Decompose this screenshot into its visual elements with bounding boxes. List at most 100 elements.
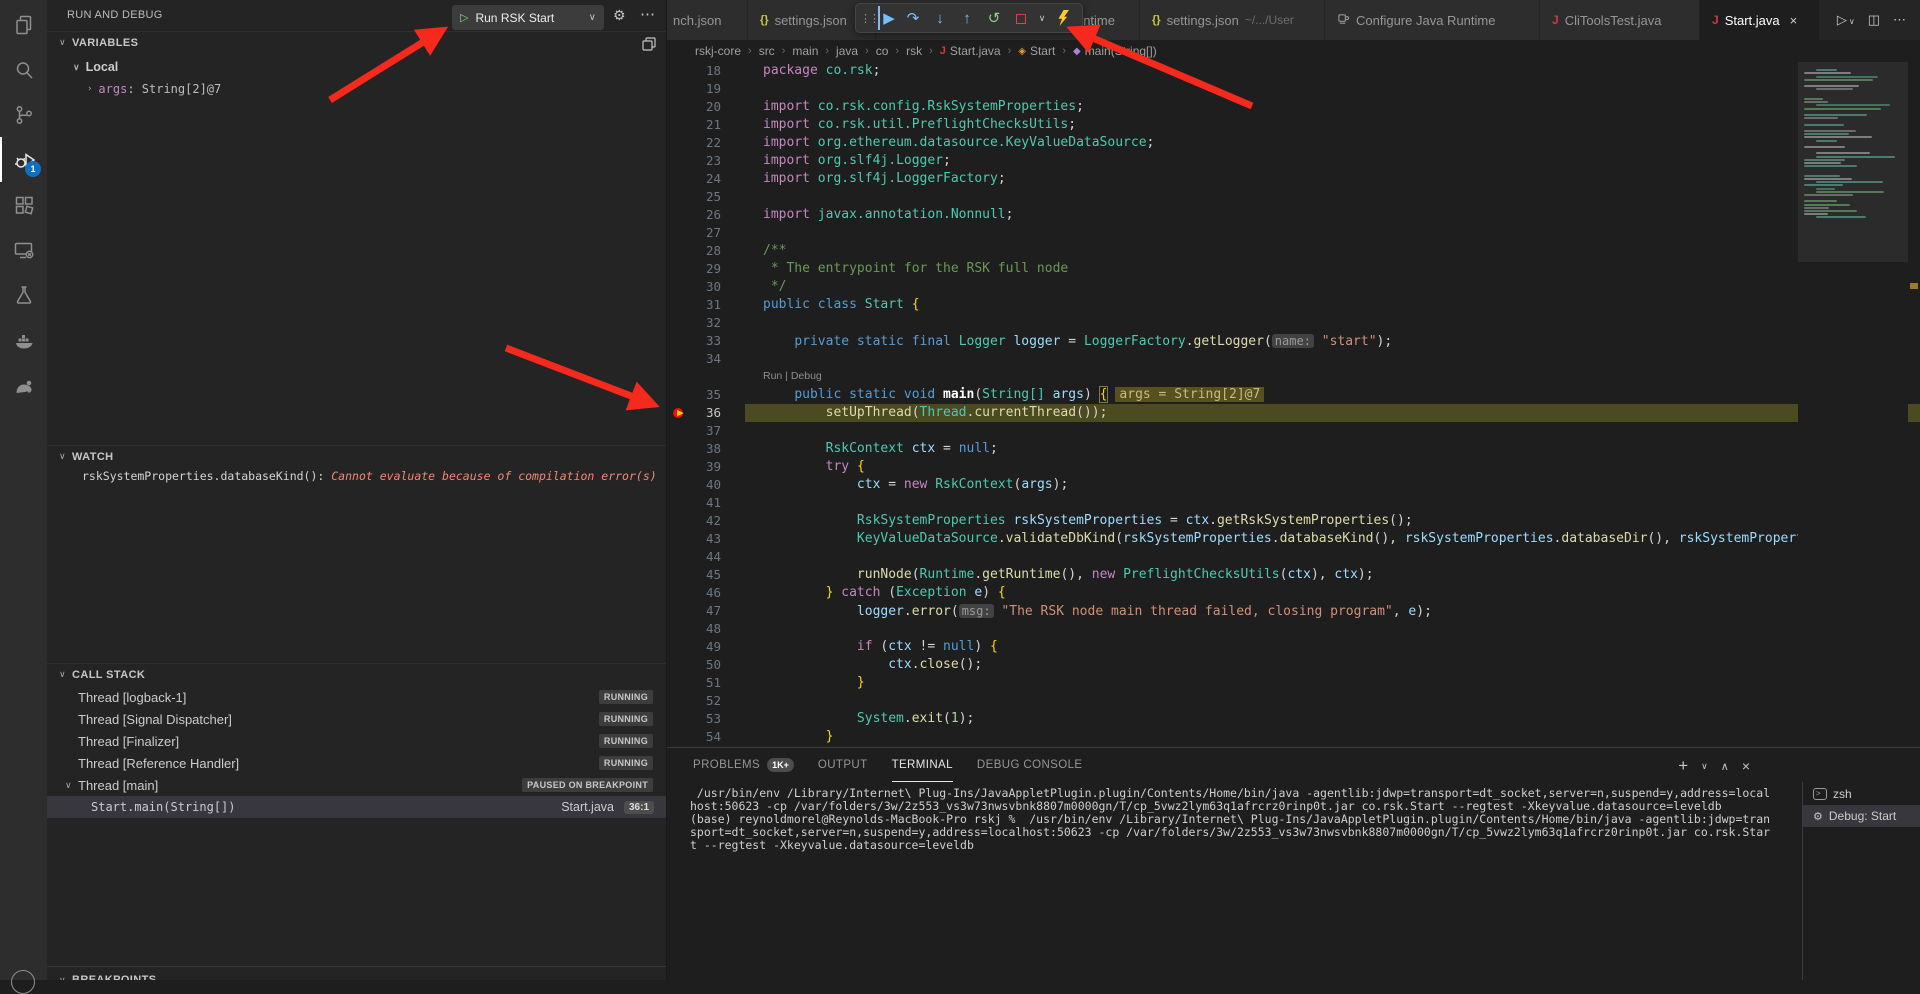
watch-section-header[interactable]: ∨ WATCH: [47, 445, 666, 467]
extensions-icon[interactable]: [0, 182, 47, 227]
call-stack-thread[interactable]: Thread [logback-1]RUNNING: [47, 686, 666, 708]
watch-expression[interactable]: rskSystemProperties.databaseKind(): Cann…: [82, 469, 657, 487]
drag-grip-icon: ⋮⋮: [863, 6, 875, 30]
more-actions-icon[interactable]: ⋯: [640, 5, 655, 23]
step-over-icon[interactable]: ↷: [901, 6, 925, 30]
remote-explorer-icon[interactable]: [0, 227, 47, 272]
thread-status-badge: RUNNING: [599, 734, 653, 748]
terminal-dropdown-icon[interactable]: ∨: [1701, 761, 1708, 772]
breadcrumb-item-file[interactable]: Start.java: [950, 44, 1001, 58]
debug-toolbar: ⋮⋮▶↷↓↑↺◻∨: [855, 3, 1083, 33]
call-stack-thread[interactable]: Thread [Reference Handler]RUNNING: [47, 752, 666, 774]
code-editor[interactable]: 18package co.rsk;1920import co.rsk.confi…: [667, 62, 1920, 747]
code-line-29: 29 * The entrypoint for the RSK full nod…: [667, 260, 1920, 278]
breadcrumb-item[interactable]: java: [836, 44, 858, 58]
step-into-icon[interactable]: ↓: [928, 6, 952, 30]
code-line-30: 30 */: [667, 278, 1920, 296]
split-editor-icon[interactable]: ◫: [1868, 12, 1880, 28]
breadcrumb-item[interactable]: co: [876, 44, 889, 58]
restart-icon[interactable]: ↺: [982, 6, 1006, 30]
overview-ruler[interactable]: [1908, 62, 1920, 747]
continue-icon[interactable]: ▶: [878, 6, 898, 30]
breadcrumb-item-method[interactable]: main(String[]): [1085, 44, 1157, 58]
step-out-icon[interactable]: ↑: [955, 6, 979, 30]
sidebar-title: RUN AND DEBUG: [67, 9, 163, 21]
minimap[interactable]: [1798, 62, 1908, 747]
gradle-icon[interactable]: [0, 362, 47, 407]
breakpoint-paused-icon[interactable]: ▶: [672, 404, 692, 422]
inlay-hint: msg:: [959, 604, 994, 618]
call-stack-thread[interactable]: ∨Thread [main]PAUSED ON BREAKPOINT: [47, 774, 666, 796]
gear-icon[interactable]: ⚙: [613, 7, 626, 24]
stop-icon[interactable]: ◻: [1009, 6, 1033, 30]
breadcrumb-item[interactable]: rsk: [906, 44, 922, 58]
code-line-54: 54 }: [667, 728, 1920, 746]
variable-args[interactable]: › args: String[2]@7: [47, 78, 666, 100]
thread-status-badge: RUNNING: [599, 690, 653, 704]
terminal-output[interactable]: /usr/bin/env /Library/Internet\ Plug-Ins…: [690, 787, 1790, 972]
tab-configure-java-runtime[interactable]: Configure Java Runtime: [1325, 0, 1540, 40]
tab-settings-json-user[interactable]: {}settings.json~/.../User: [1140, 0, 1325, 40]
code-line-19: 19: [667, 80, 1920, 98]
close-panel-icon[interactable]: ×: [1742, 758, 1750, 774]
code-line-24: 24import org.slf4j.LoggerFactory;: [667, 170, 1920, 188]
call-stack-frame-selected[interactable]: Start.main(String[])Start.java36:1: [47, 796, 666, 818]
call-stack-section-header[interactable]: ∨ CALL STACK: [47, 663, 666, 685]
run-configuration-button[interactable]: ▷ Run RSK Start ∨: [452, 5, 604, 30]
variables-section-header[interactable]: ∨ VARIABLES: [47, 31, 666, 53]
breakpoints-section-header[interactable]: ∨ BREAKPOINTS: [47, 969, 666, 980]
code-line-42: 42 RskSystemProperties rskSystemProperti…: [667, 512, 1920, 530]
tab-debug-console[interactable]: DEBUG CONSOLE: [977, 748, 1083, 782]
class-symbol-icon: ◈: [1018, 46, 1026, 57]
maximize-panel-icon[interactable]: ∧: [1721, 760, 1729, 773]
chevron-down-icon: ∨: [59, 669, 66, 680]
account-icon[interactable]: [11, 970, 35, 994]
run-file-icon[interactable]: ▷∨: [1837, 12, 1855, 28]
variables-scope-local[interactable]: ∨ Local: [47, 56, 666, 78]
overview-ruler-marker: [1910, 283, 1918, 289]
explorer-icon[interactable]: [0, 2, 47, 47]
tab-output[interactable]: OUTPUT: [818, 748, 868, 782]
chevron-down-icon[interactable]: ∨: [579, 12, 596, 23]
breadcrumb-item-class[interactable]: Start: [1030, 44, 1055, 58]
tab-problems[interactable]: PROBLEMS 1K+: [693, 748, 794, 782]
run-and-debug-icon[interactable]: 1: [0, 137, 47, 182]
codelens-run-debug[interactable]: Run | Debug: [667, 368, 1920, 386]
terminal-line: t --regtest -Xkeyvalue.datasource=leveld…: [690, 839, 1790, 852]
terminal-list-item-zsh[interactable]: >zsh: [1803, 783, 1920, 805]
breadcrumb-item[interactable]: main: [792, 44, 818, 58]
new-terminal-icon[interactable]: +: [1678, 756, 1688, 776]
java-file-icon: J: [1552, 13, 1559, 27]
code-line-45: 45 runNode(Runtime.getRuntime(), new Pre…: [667, 566, 1920, 584]
hot-code-replace-icon[interactable]: [1051, 6, 1075, 30]
breadcrumb-item[interactable]: src: [759, 44, 775, 58]
debug-inline-value: args = String[2]@7: [1115, 387, 1264, 402]
run-configuration-label: Run RSK Start: [475, 11, 554, 25]
close-icon[interactable]: ×: [1790, 13, 1798, 28]
code-line-53: 53 System.exit(1);: [667, 710, 1920, 728]
tab-clitoolstest-java[interactable]: JCliToolsTest.java: [1540, 0, 1700, 40]
call-stack-thread[interactable]: Thread [Finalizer]RUNNING: [47, 730, 666, 752]
problems-count-badge: 1K+: [767, 758, 794, 772]
code-line-39: 39 try {: [667, 458, 1920, 476]
testing-icon[interactable]: [0, 272, 47, 317]
tab-launch-json[interactable]: nch.json: [667, 0, 748, 40]
code-line-20: 20import co.rsk.config.RskSystemProperti…: [667, 98, 1920, 116]
code-line-18: 18package co.rsk;: [667, 62, 1920, 80]
tab-start-java[interactable]: JStart.java ×: [1700, 0, 1820, 40]
search-icon[interactable]: [0, 47, 47, 92]
source-control-icon[interactable]: [0, 92, 47, 137]
code-line-44: 44: [667, 548, 1920, 566]
terminal-icon: >: [1813, 788, 1827, 800]
chevron-down-icon: ∨: [59, 975, 66, 981]
breadcrumb-item[interactable]: rskj-core: [695, 44, 741, 58]
more-actions-icon[interactable]: ⋯: [1893, 12, 1906, 28]
terminal-list-item-debug-start[interactable]: ⚙Debug: Start: [1803, 805, 1920, 827]
call-stack-thread[interactable]: Thread [Signal Dispatcher]RUNNING: [47, 708, 666, 730]
run-and-debug-sidebar: RUN AND DEBUG ▷ Run RSK Start ∨ ⚙ ⋯ ∨ VA…: [47, 0, 667, 980]
tab-terminal[interactable]: TERMINAL: [892, 748, 953, 782]
section-divider: [47, 966, 666, 967]
docker-icon[interactable]: [0, 317, 47, 362]
stop-dropdown-icon[interactable]: ∨: [1036, 6, 1048, 30]
frame-position-badge: 36:1: [624, 801, 654, 814]
